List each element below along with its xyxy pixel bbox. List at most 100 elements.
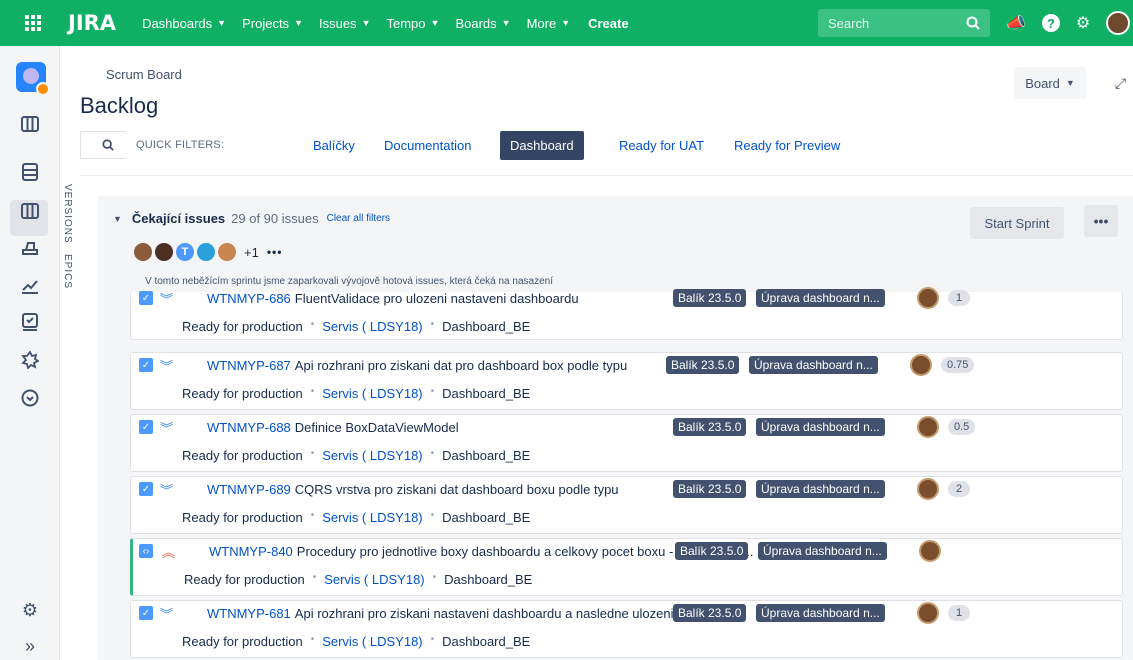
quick-filter-ready-for-preview[interactable]: Ready for Preview <box>724 131 850 160</box>
jira-logo[interactable]: JIRA <box>68 11 116 35</box>
filter-search-input[interactable] <box>80 131 126 159</box>
section-more-button[interactable]: ••• <box>1084 205 1118 237</box>
priority-highest-icon: ︽ <box>162 545 176 560</box>
epic-lozenge[interactable]: Úprava dashboard n... <box>756 418 885 436</box>
issue-key-link[interactable]: WTNMYP-689 CQRS vrstva pro ziskani dat da… <box>207 482 619 497</box>
issue-key-link[interactable]: WTNMYP-688 Definice BoxDataViewModel <box>207 420 459 435</box>
app-switcher-icon[interactable] <box>0 0 66 46</box>
fix-version-lozenge[interactable]: Balík 23.5.0 <box>673 418 747 436</box>
assignees-more-button[interactable]: ••• <box>267 245 283 259</box>
issue-component-link[interactable]: Servis ( LDSY18) <box>322 319 422 334</box>
fix-version-lozenge[interactable]: Balík 23.5.0 <box>675 542 749 560</box>
issue-status: Ready for production <box>182 510 303 525</box>
priority-lowest-icon: ︾ <box>160 292 174 307</box>
board-dropdown-button[interactable]: Board ▼ <box>1014 67 1086 99</box>
separator: • <box>310 319 315 330</box>
nav-dashboards[interactable]: Dashboards ▼ <box>142 16 226 31</box>
epic-lozenge[interactable]: Úprava dashboard n... <box>756 480 885 498</box>
more-assignees-count[interactable]: +1 <box>244 245 259 260</box>
issue-component-link[interactable]: Servis ( LDSY18) <box>322 510 422 525</box>
epic-lozenge[interactable]: Úprava dashboard n... <box>756 289 885 307</box>
issue-status: Ready for production <box>182 386 303 401</box>
versions-tab[interactable]: VERSIONS <box>62 184 73 244</box>
epics-tab[interactable]: EPICS <box>62 254 73 289</box>
estimate-badge: 0.5 <box>948 419 976 435</box>
issue-row[interactable]: ✓ ︾ WTNMYP-688 Definice BoxDataViewModel Bal… <box>130 414 1123 472</box>
issue-row[interactable]: ✓ ︾ WTNMYP-681 Api rozhrani pro ziskani nas… <box>130 600 1123 658</box>
quick-filter-dashboard[interactable]: Dashboard <box>500 131 584 160</box>
feedback-megaphone-icon[interactable]: 📣 <box>1006 13 1026 33</box>
expand-sidebar-icon[interactable]: » <box>18 634 42 658</box>
chevron-down-icon[interactable]: ▼ <box>113 214 122 224</box>
backlog-icon[interactable] <box>18 160 42 184</box>
estimate-badge: 1 <box>948 290 970 306</box>
assignee-avatar[interactable] <box>917 478 939 500</box>
issue-key-link[interactable]: WTNMYP-681 Api rozhrani pro ziskani nasta… <box>207 606 674 621</box>
chevron-down-icon: ▼ <box>217 18 227 28</box>
start-sprint-button[interactable]: Start Sprint <box>970 207 1064 239</box>
issue-key-link[interactable]: WTNMYP-686 FluentValidace pro ulozeni nas… <box>207 291 579 306</box>
fix-version-lozenge[interactable]: Balík 23.5.0 <box>666 356 740 374</box>
quick-filter-ready-for-uat[interactable]: Ready for UAT <box>609 131 714 160</box>
fix-version-lozenge[interactable]: Balík 23.5.0 <box>673 480 747 498</box>
nav-projects[interactable]: Projects ▼ <box>242 16 303 31</box>
assignee-avatar[interactable] <box>910 354 932 376</box>
components-icon[interactable] <box>18 348 42 372</box>
separator: • <box>312 572 317 583</box>
story-type-icon: ✓ <box>139 482 153 496</box>
timer-icon[interactable] <box>18 386 42 410</box>
breadcrumb[interactable]: Scrum Board <box>106 67 182 82</box>
issue-component-link[interactable]: Servis ( LDSY18) <box>322 448 422 463</box>
chevron-down-icon: ▼ <box>361 18 371 28</box>
nav-tempo[interactable]: Tempo ▼ <box>386 16 439 31</box>
releases-icon[interactable] <box>18 236 42 260</box>
issue-row[interactable]: ✓ ︾ WTNMYP-687 Api rozhrani pro ziskani dat… <box>130 352 1123 410</box>
quick-filter-balicky[interactable]: Balíčky <box>303 131 365 160</box>
nav-boards[interactable]: Boards ▼ <box>455 16 510 31</box>
priority-lowest-icon: ︾ <box>160 607 174 622</box>
avatar[interactable] <box>217 242 237 262</box>
avatar[interactable] <box>133 242 153 262</box>
settings-icon[interactable]: ⚙ <box>1076 13 1090 33</box>
board-icon[interactable] <box>18 112 42 136</box>
epic-lozenge[interactable]: Úprava dashboard n... <box>756 604 885 622</box>
assignee-avatar[interactable] <box>919 540 941 562</box>
assignee-avatar[interactable] <box>917 602 939 624</box>
issue-component-link[interactable]: Servis ( LDSY18) <box>322 634 422 649</box>
issue-component-link[interactable]: Servis ( LDSY18) <box>324 572 424 587</box>
clear-all-filters-link[interactable]: Clear all filters <box>327 213 390 224</box>
issue-label: Dashboard_BE <box>444 572 533 587</box>
settings-icon[interactable]: ⚙ <box>18 598 42 622</box>
nav-issues[interactable]: Issues ▼ <box>319 16 371 31</box>
issue-key-link[interactable]: WTNMYP-687 Api rozhrani pro ziskani dat p… <box>207 358 627 373</box>
epic-lozenge[interactable]: Úprava dashboard n... <box>749 356 878 374</box>
search-input[interactable]: Search <box>818 9 990 37</box>
assignee-avatar[interactable] <box>917 287 939 309</box>
quick-filter-documentation[interactable]: Documentation <box>374 131 481 160</box>
user-avatar[interactable] <box>1106 11 1131 35</box>
separator: • <box>310 510 315 521</box>
avatar[interactable]: T <box>175 242 195 262</box>
fullscreen-icon[interactable]: ⤢ <box>1108 69 1133 97</box>
project-avatar[interactable] <box>16 62 50 96</box>
issue-row[interactable]: ‹› ︽ WTNMYP-840 Procedury pro jednotlive bo… <box>130 538 1123 596</box>
assignee-avatar[interactable] <box>917 416 939 438</box>
create-button[interactable]: Create <box>588 16 628 31</box>
issue-component-link[interactable]: Servis ( LDSY18) <box>322 386 422 401</box>
tasks-icon[interactable] <box>18 310 42 334</box>
issue-key-link[interactable]: WTNMYP-840 Procedury pro jednotlive boxy … <box>209 544 754 559</box>
columns-icon[interactable] <box>18 199 42 223</box>
issue-meta-row: Ready for production • Servis ( LDSY18) • Da… <box>182 386 530 401</box>
avatar[interactable] <box>154 242 174 262</box>
epic-lozenge[interactable]: Úprava dashboard n... <box>758 542 887 560</box>
issue-row[interactable]: ✓ ︾ WTNMYP-689 CQRS vrstva pro ziskani dat … <box>130 476 1123 534</box>
reports-icon[interactable] <box>18 274 42 298</box>
help-icon[interactable]: ? <box>1041 14 1060 32</box>
nav-more[interactable]: More ▼ <box>527 16 571 31</box>
fix-version-lozenge[interactable]: Balík 23.5.0 <box>673 604 747 622</box>
fix-version-lozenge[interactable]: Balík 23.5.0 <box>673 289 747 307</box>
section-header[interactable]: ▼ Čekající issues 29 of 90 issues Clear … <box>113 211 390 226</box>
avatar[interactable] <box>196 242 216 262</box>
issue-label: Dashboard_BE <box>442 510 531 525</box>
issue-row[interactable]: ✓ ︾ WTNMYP-686 FluentValidace pro ulozeni n… <box>130 287 1123 340</box>
